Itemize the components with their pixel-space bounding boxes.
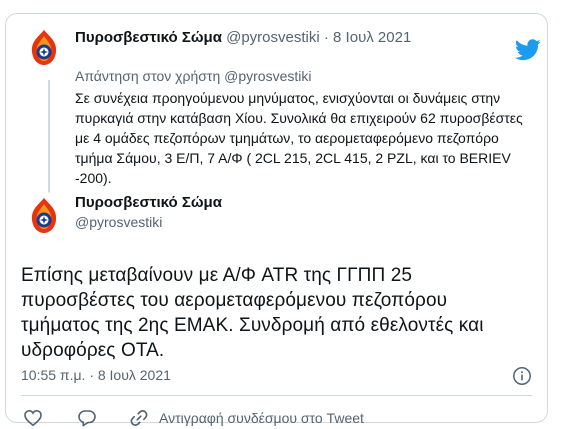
thread-connector [48,80,50,198]
reply-icon[interactable] [77,408,97,428]
reply-to-label[interactable]: Απάντηση στον χρήστη @pyrosvestiki [75,68,311,84]
separator: · [323,29,329,46]
author-handle[interactable]: @pyrosvestiki [226,29,320,46]
heart-icon[interactable] [23,408,43,428]
copy-link-label[interactable]: Αντιγραφή συνδέσμου στο Tweet [159,410,364,426]
tweet-actions: Αντιγραφή συνδέσμου στο Tweet [23,408,364,428]
link-icon[interactable] [129,408,149,428]
avatar[interactable] [21,24,67,70]
author-name[interactable]: Πυροσβεστικό Σώμα [75,29,222,46]
info-icon[interactable] [512,366,532,386]
avatar[interactable] [21,192,67,238]
divider [21,395,532,396]
main-tweet-text: Επίσης μεταβαίνουν με Α/Φ ATR της ΓΓΠΠ 2… [21,265,484,361]
first-tweet-header: Πυροσβεστικό Σώμα @pyrosvestiki · 8 Ιουλ… [75,29,411,46]
main-tweet-author-name[interactable]: Πυροσβεστικό Σώμα [75,194,222,211]
first-tweet-text: Σε συνέχεια προηγούμενου μηνύματος, ενισ… [75,90,523,186]
tweet-timestamp[interactable]: 10:55 π.μ. · 8 Ιουλ 2021 [21,367,171,383]
main-tweet-author-handle[interactable]: @pyrosvestiki [75,214,162,230]
embedded-tweet-card: Πυροσβεστικό Σώμα @pyrosvestiki · 8 Ιουλ… [5,13,548,427]
twitter-logo-icon[interactable] [515,39,541,61]
tweet-date[interactable]: 8 Ιουλ 2021 [333,29,411,46]
fire-brigade-avatar-icon [21,24,67,70]
fire-brigade-avatar-icon [21,192,67,238]
